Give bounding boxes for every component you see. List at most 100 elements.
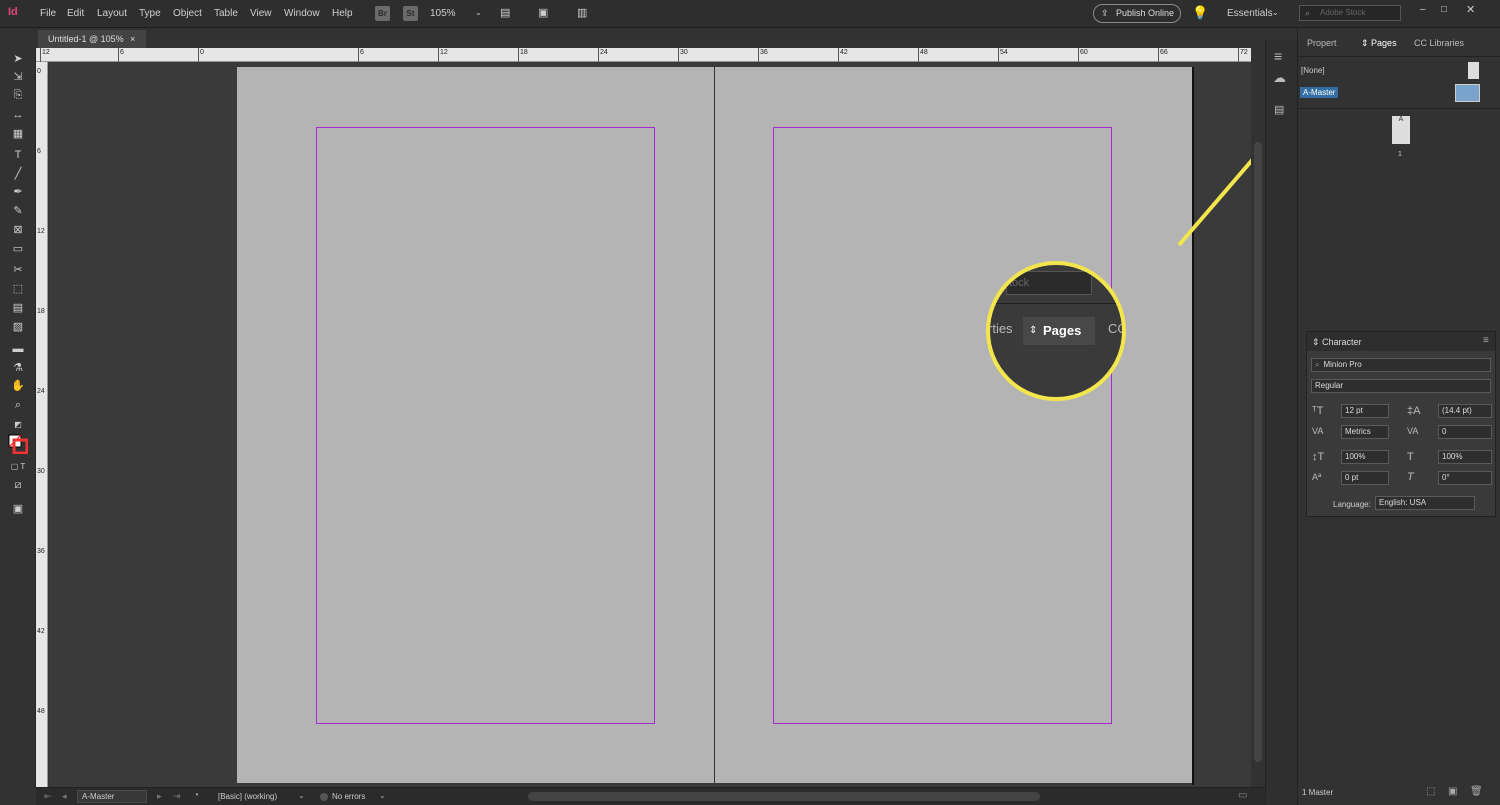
screen-mode-tool-icon[interactable]: ▣ (10, 502, 26, 516)
pencil-tool-icon[interactable]: ✎ (10, 204, 26, 218)
tab-pages[interactable]: ⇕ Pages (1361, 38, 1397, 49)
preflight-profile[interactable]: [Basic] (working) (218, 792, 277, 801)
chevron-down-icon[interactable]: ⌄ (379, 791, 386, 800)
menu-window[interactable]: Window (284, 8, 320, 19)
chevron-down-icon[interactable]: ⌄ (298, 791, 305, 800)
open-page-icon[interactable]: ◔ (193, 790, 199, 801)
leading-field[interactable]: (14.4 pt) (1438, 404, 1492, 418)
stock-search-input[interactable]: ⌕ Adobe Stock (1299, 5, 1401, 21)
document-tab[interactable]: Untitled-1 @ 105% × (38, 30, 146, 48)
pen-tool-icon[interactable]: ✒ (10, 185, 26, 199)
none-master-thumb[interactable] (1468, 62, 1479, 79)
character-panel-title[interactable]: ⇕ Character (1312, 337, 1362, 348)
rectangle-frame-tool-icon[interactable]: ⊠ (10, 223, 26, 237)
cc-libraries-icon[interactable]: ☁ (1273, 70, 1286, 86)
direct-selection-tool-icon[interactable]: ⇲ (10, 70, 26, 84)
tab-properties[interactable]: Propert (1307, 38, 1337, 48)
ruler-label: 0 (200, 49, 204, 56)
publish-online-button[interactable]: ⇪ Publish Online (1093, 4, 1181, 23)
character-title-label: Character (1322, 337, 1362, 347)
baseline-shift-field[interactable]: 0 pt (1341, 471, 1389, 485)
page-selector[interactable]: A-Master (77, 790, 147, 803)
tab-divider (1298, 56, 1500, 57)
edit-page-size-icon[interactable]: ⬚ (1426, 786, 1435, 797)
page-tool-icon[interactable]: ⎘ (10, 88, 26, 102)
note-tool-icon[interactable]: ▬ (10, 342, 26, 356)
tracking-field[interactable]: 0 (1438, 425, 1492, 439)
close-tab-icon[interactable]: × (130, 30, 135, 48)
stock-button[interactable]: St (403, 6, 418, 21)
last-page-icon[interactable]: ⇥ (173, 791, 181, 802)
fill-stroke-icon[interactable] (8, 434, 29, 455)
chevron-down-icon[interactable]: ⌄ (475, 8, 482, 17)
eyedropper-tool-icon[interactable]: ⚗ (10, 361, 26, 375)
line-tool-icon[interactable]: ╱ (10, 167, 26, 181)
default-colors-icon[interactable]: ◩ ⤺ (10, 418, 26, 443)
gradient-feather-tool-icon[interactable]: ▨ (10, 320, 26, 334)
hamburger-icon[interactable]: ≡ (1274, 48, 1282, 64)
apply-none-icon[interactable]: ⧄ (10, 478, 26, 492)
error-count[interactable]: No errors (332, 792, 365, 801)
fit-spread-icon[interactable]: ▭ (1238, 790, 1247, 801)
magnified-properties-tab: rties (988, 321, 1013, 336)
previous-page-icon[interactable]: ◂ (62, 791, 67, 802)
bridge-button[interactable]: Br (375, 6, 390, 21)
arrange-documents-icon[interactable]: ▥ (577, 6, 587, 19)
formatting-affects-icon[interactable]: ▢ T (10, 460, 26, 474)
vertical-scrollbar[interactable] (1251, 62, 1265, 787)
first-page-icon[interactable]: ⇤ (44, 791, 52, 802)
scroll-thumb[interactable] (1254, 142, 1262, 762)
zoom-level[interactable]: 105% (430, 8, 456, 19)
menu-object[interactable]: Object (173, 8, 202, 19)
minimize-icon[interactable]: – (1420, 4, 1426, 15)
a-master-thumb[interactable] (1455, 84, 1480, 102)
kerning-field[interactable]: Metrics (1341, 425, 1389, 439)
font-size-field[interactable]: 12 pt (1341, 404, 1389, 418)
horizontal-scale-field[interactable]: 100% (1438, 450, 1492, 464)
gap-tool-icon[interactable]: ↔ (10, 108, 26, 122)
menu-table[interactable]: Table (214, 8, 238, 19)
font-family-field[interactable]: ⌕ Minion Pro (1311, 358, 1491, 372)
close-window-icon[interactable]: ✕ (1466, 3, 1475, 16)
free-transform-tool-icon[interactable]: ⬚ (10, 282, 26, 296)
view-options-icon[interactable]: ▤ (500, 6, 510, 19)
ruler-tick (40, 48, 41, 62)
screen-mode-icon[interactable]: ▣ (538, 6, 548, 19)
none-master-label[interactable]: [None] (1301, 66, 1325, 75)
horizontal-scroll-thumb[interactable] (528, 792, 1040, 801)
section-divider (1298, 108, 1500, 109)
menu-edit[interactable]: Edit (67, 8, 84, 19)
delete-page-icon[interactable]: 🗑 (1470, 786, 1483, 797)
menu-layout[interactable]: Layout (97, 8, 127, 19)
scissors-tool-icon[interactable]: ✂ (10, 263, 26, 277)
content-collector-icon[interactable]: ▦ (10, 127, 26, 141)
page-1-thumb[interactable]: A (1392, 116, 1410, 144)
gradient-tool-icon[interactable]: ▤ (10, 301, 26, 315)
font-style-field[interactable]: Regular (1311, 379, 1491, 393)
vertical-scale-field[interactable]: 100% (1341, 450, 1389, 464)
tab-cc-libraries[interactable]: CC Libraries (1414, 38, 1464, 48)
character-panel: ⇕ Character ≡ ⌕ Minion Pro Regular ᵀT 12 … (1306, 331, 1496, 517)
hand-tool-icon[interactable]: ✋ (10, 379, 26, 393)
menu-help[interactable]: Help (332, 8, 353, 19)
chevron-down-icon[interactable]: ⌄ (1272, 8, 1279, 17)
lightbulb-icon[interactable]: 💡 (1192, 5, 1208, 21)
selection-tool-icon[interactable]: ➤ (10, 52, 26, 66)
new-page-icon[interactable]: ▣ (1448, 786, 1457, 797)
menu-type[interactable]: Type (139, 8, 161, 19)
rectangle-tool-icon[interactable]: ▭ (10, 242, 26, 256)
zoom-tool-icon[interactable]: ⌕ (10, 398, 26, 412)
skew-field[interactable]: 0° (1438, 471, 1492, 485)
menu-file[interactable]: File (40, 8, 56, 19)
type-tool-icon[interactable]: T (10, 148, 26, 162)
panel-menu-icon[interactable]: ≡ (1483, 335, 1489, 346)
left-page-margin (316, 127, 655, 724)
layers-icon[interactable]: ▤ (1274, 103, 1284, 116)
language-select[interactable]: English: USA (1375, 496, 1475, 510)
menu-view[interactable]: View (250, 8, 272, 19)
a-master-label[interactable]: A-Master (1300, 87, 1339, 98)
next-page-icon[interactable]: ▸ (157, 791, 162, 802)
maximize-icon[interactable]: □ (1441, 4, 1447, 15)
workspace-switcher[interactable]: Essentials (1227, 8, 1273, 19)
ruler-tick (118, 48, 119, 62)
